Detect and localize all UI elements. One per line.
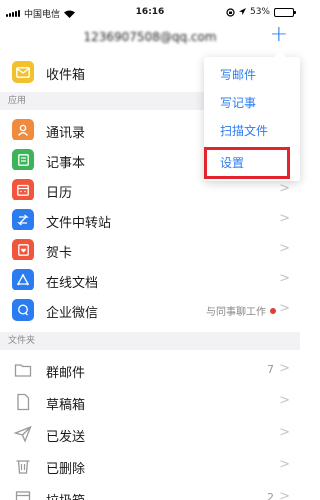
location-icon: [238, 8, 246, 15]
wecom-promo-text: 与同事聊工作: [206, 307, 266, 318]
app-label: 记事本: [46, 156, 86, 171]
battery-icon: [274, 7, 296, 17]
app-label: 日历: [46, 186, 73, 201]
group-mail-icon: [14, 364, 32, 377]
folder-label: 垃圾箱: [46, 490, 85, 500]
app-label: 文件中转站: [46, 216, 112, 231]
unread-dot: [270, 307, 276, 314]
file-transfer-icon: [12, 209, 34, 231]
status-bar: 中国电信 16:16 53%: [0, 0, 300, 22]
trash-icon: [16, 460, 30, 474]
folder-label: 群邮件: [46, 366, 86, 381]
battery-percent: 53%: [249, 7, 270, 17]
chevron-right-icon: >: [279, 211, 290, 226]
section-header-folders: 文件夹: [0, 332, 300, 350]
chevron-right-icon: >: [279, 489, 290, 500]
folder-label: 草稿箱: [46, 398, 86, 413]
online-doc-icon: [12, 269, 34, 291]
chevron-right-icon: >: [279, 241, 290, 256]
folder-count: 2: [267, 491, 274, 500]
app-label: 企业微信: [46, 306, 99, 321]
inbox-icon: [12, 61, 34, 83]
greeting-card-icon: [12, 239, 34, 261]
wecom-icon: [12, 299, 34, 321]
chevron-right-icon: >: [279, 301, 290, 316]
wecom-promo: 与同事聊工作: [206, 303, 276, 318]
chevron-right-icon: >: [279, 271, 290, 286]
chevron-right-icon: >: [279, 457, 290, 472]
drafts-icon: [17, 393, 30, 411]
calendar-icon: [12, 179, 34, 201]
folder-count: 7: [267, 363, 274, 376]
sent-icon: [14, 425, 32, 443]
folder-label: 已删除: [46, 462, 86, 477]
chevron-right-icon: >: [279, 425, 290, 440]
rotation-lock-icon: [226, 7, 235, 17]
app-label: 通讯录: [46, 126, 86, 141]
chevron-right-icon: >: [279, 181, 290, 196]
menu-item-compose-mail[interactable]: 写邮件: [204, 61, 300, 89]
contacts-icon: [12, 119, 34, 141]
app-row-wecom[interactable]: 企业微信 与同事聊工作 >: [0, 290, 300, 330]
spam-icon: [15, 491, 31, 500]
folder-row-spam[interactable]: 垃圾箱 2 >: [0, 478, 300, 500]
menu-item-scan-file[interactable]: 扫描文件: [204, 117, 300, 145]
account-title[interactable]: 1236907508@qq.com: [55, 30, 245, 44]
notepad-icon: [12, 149, 34, 171]
app-label: 贺卡: [46, 246, 73, 261]
menu-item-write-note[interactable]: 写记事: [204, 89, 300, 117]
chevron-right-icon: >: [279, 361, 290, 376]
folder-label: 已发送: [46, 430, 86, 445]
app-label: 在线文档: [46, 276, 99, 291]
add-icon[interactable]: +: [270, 24, 288, 46]
chevron-right-icon: >: [279, 393, 290, 408]
settings-highlight-box: [204, 147, 290, 179]
account-email: 1236907508@qq.com: [83, 30, 217, 44]
nav-bar: 1236907508@qq.com +: [0, 22, 300, 52]
inbox-label: 收件箱: [46, 68, 86, 83]
